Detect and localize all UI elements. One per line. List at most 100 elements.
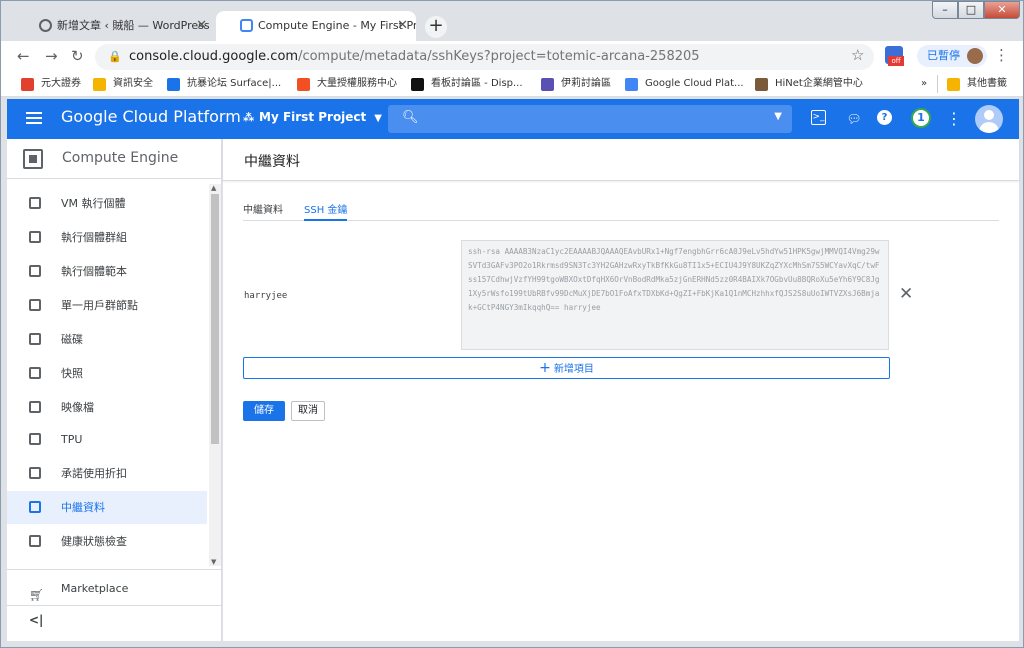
sidebar-item-label: 單一用戶群節點 [61, 299, 138, 312]
sidebar-item-health-checks[interactable]: 健康狀態檢查 [7, 525, 207, 558]
scroll-up-icon[interactable]: ▲ [211, 184, 216, 192]
gcp-brand[interactable]: Google Cloud Platform [61, 107, 241, 126]
search-input[interactable]: 🔍︎ ▼ [388, 105, 792, 133]
bookmarks-more-label: » [921, 78, 928, 89]
lock-icon: 🔒 [108, 50, 122, 63]
save-button[interactable]: 儲存 [243, 401, 285, 421]
compute-engine-icon [23, 149, 43, 169]
more-menu-icon[interactable]: ⋮ [945, 110, 963, 128]
sidebar-item-vm-instances[interactable]: VM 執行個體 [7, 187, 207, 220]
sidebar-item-sole-tenant-nodes[interactable]: 單一用戶群節點 [7, 289, 207, 322]
hamburger-menu-icon[interactable] [26, 109, 42, 125]
collapse-sidebar-icon[interactable]: <| [29, 613, 43, 627]
search-icon: 🔍︎ [402, 110, 419, 125]
bookmark-item[interactable]: 資訊安全 [93, 75, 153, 93]
disk-icon [29, 333, 41, 345]
sidebar-title: Compute Engine [62, 150, 179, 166]
search-expand-icon[interactable]: ▼ [774, 111, 782, 122]
profile-paused-button[interactable]: 已暫停 [917, 45, 987, 67]
sidebar-item-instance-groups[interactable]: 執行個體群組 [7, 221, 207, 254]
cancel-button[interactable]: 取消 [291, 401, 325, 421]
sidebar-item-tpu[interactable]: TPU [7, 423, 207, 456]
bookmark-item[interactable]: 元大證券 [21, 75, 81, 93]
compute-engine-favicon-icon [240, 19, 253, 32]
sidebar-item-label: 磁碟 [61, 333, 83, 346]
project-icon: ⁂ [243, 111, 255, 124]
image-icon [29, 401, 41, 413]
snapshot-icon [29, 367, 41, 379]
sidebar-item-label: 健康狀態檢查 [61, 535, 127, 548]
new-tab-button[interactable]: + [425, 16, 447, 38]
project-selector[interactable]: ⁂ My First Project ▼ [243, 110, 382, 124]
bookmark-item[interactable]: 抗暴论坛 Surface|... [167, 75, 281, 93]
tab-strip: 新增文章 ‹ 賊船 — WordPress ✕ Compute Engine -… [1, 1, 1023, 41]
sidebar-item-snapshots[interactable]: 快照 [7, 357, 207, 390]
notifications-badge[interactable]: 1 [911, 108, 931, 128]
cloud-shell-icon[interactable]: >_ [811, 110, 826, 125]
tab-metadata[interactable]: 中繼資料 [243, 201, 283, 221]
bookmark-star-icon[interactable]: ☆ [851, 46, 864, 64]
extension-icon[interactable]: off [885, 46, 904, 66]
sidebar-item-metadata[interactable]: 中繼資料 [7, 491, 207, 524]
bookmark-item[interactable]: 看板討論區 - Disp... [411, 75, 523, 93]
sidebar-item-instance-templates[interactable]: 執行個體範本 [7, 255, 207, 288]
bookmark-item[interactable]: Google Cloud Plat... [625, 75, 744, 93]
profile-avatar [967, 48, 983, 64]
sidebar-item-disks[interactable]: 磁碟 [7, 323, 207, 356]
vm-instance-icon [29, 197, 41, 209]
bookmarks-divider [937, 75, 938, 93]
address-bar[interactable]: 🔒 console.cloud.google.com/compute/metad… [95, 44, 874, 70]
scrollbar-thumb[interactable] [211, 194, 219, 444]
scroll-down-icon[interactable]: ▼ [211, 558, 216, 566]
sidebar-item-label: 執行個體群組 [61, 231, 127, 244]
support-chat-icon[interactable]: 💬︎ [845, 110, 863, 128]
bookmark-label: 看板討論區 - Disp... [431, 78, 523, 89]
content-tabs: 中繼資料 SSH 金鑰 [243, 201, 999, 221]
close-tab-icon[interactable]: ✕ [397, 11, 408, 41]
bookmark-favicon-icon [755, 78, 768, 91]
add-item-button[interactable]: + 新增項目 [243, 357, 890, 379]
close-window-button[interactable]: ✕ [984, 1, 1020, 19]
browser-tab-wordpress[interactable]: 新增文章 ‹ 賊船 — WordPress ✕ [15, 11, 215, 41]
sidebar-item-label: Marketplace [61, 582, 129, 595]
sidebar-scrollbar[interactable]: ▲ ▼ [209, 184, 221, 566]
close-tab-icon[interactable]: ✕ [196, 11, 207, 41]
sidebar-header: Compute Engine [7, 139, 222, 179]
bookmark-label: 資訊安全 [113, 78, 153, 89]
bookmark-item[interactable]: HiNet企業網管中心 [755, 75, 863, 93]
extension-badge: off [888, 56, 904, 66]
sidebar-item-label: 映像檔 [61, 401, 94, 414]
sidebar-item-label: TPU [61, 433, 83, 446]
sidebar: Compute Engine VM 執行個體 執行個體群組 執行個體範本 單一用… [7, 139, 222, 641]
back-icon[interactable]: ← [17, 47, 30, 65]
sidebar-item-marketplace[interactable]: 🛒︎ Marketplace [7, 576, 207, 602]
percent-icon [29, 467, 41, 479]
maximize-button[interactable]: □ [958, 1, 984, 19]
instance-groups-icon [29, 231, 41, 243]
remove-key-icon[interactable]: ✕ [899, 285, 913, 303]
main-content: 中繼資料 中繼資料 SSH 金鑰 harryjee ssh-rsa AAAAB3… [223, 139, 1019, 641]
folder-icon [93, 78, 106, 91]
instance-template-icon [29, 265, 41, 277]
ssh-key-textarea[interactable]: ssh-rsa AAAAB3NzaC1yc2EAAAABJQAAAQEAvbUR… [461, 240, 889, 350]
tab-title: 新增文章 ‹ 賊船 — WordPress [57, 19, 210, 32]
sidebar-item-committed-use[interactable]: 承諾使用折扣 [7, 457, 207, 490]
bookmark-item[interactable]: 伊莉討論區 [541, 75, 611, 93]
sidebar-item-images[interactable]: 映像檔 [7, 391, 207, 424]
paused-label: 已暫停 [927, 49, 960, 62]
bookmark-label: 其他書籤 [967, 78, 1007, 89]
bookmark-item[interactable]: 大量授權服務中心 [297, 75, 397, 93]
forward-icon[interactable]: → [45, 47, 58, 65]
reload-icon[interactable]: ↻ [71, 47, 84, 65]
browser-menu-icon[interactable]: ⋮ [994, 46, 1009, 64]
browser-window: 新增文章 ‹ 賊船 — WordPress ✕ Compute Engine -… [0, 0, 1024, 648]
browser-tab-compute-engine[interactable]: Compute Engine - My First Proj ✕ [216, 11, 416, 41]
account-avatar[interactable] [975, 105, 1003, 133]
minimize-button[interactable]: – [932, 1, 958, 19]
divider [7, 569, 222, 570]
other-bookmarks[interactable]: 其他書籤 [947, 75, 1007, 93]
tab-ssh-keys[interactable]: SSH 金鑰 [304, 201, 348, 221]
help-icon[interactable]: ? [877, 110, 892, 125]
bookmarks-overflow-button[interactable]: » [901, 75, 927, 93]
ssh-username: harryjee [244, 291, 288, 301]
